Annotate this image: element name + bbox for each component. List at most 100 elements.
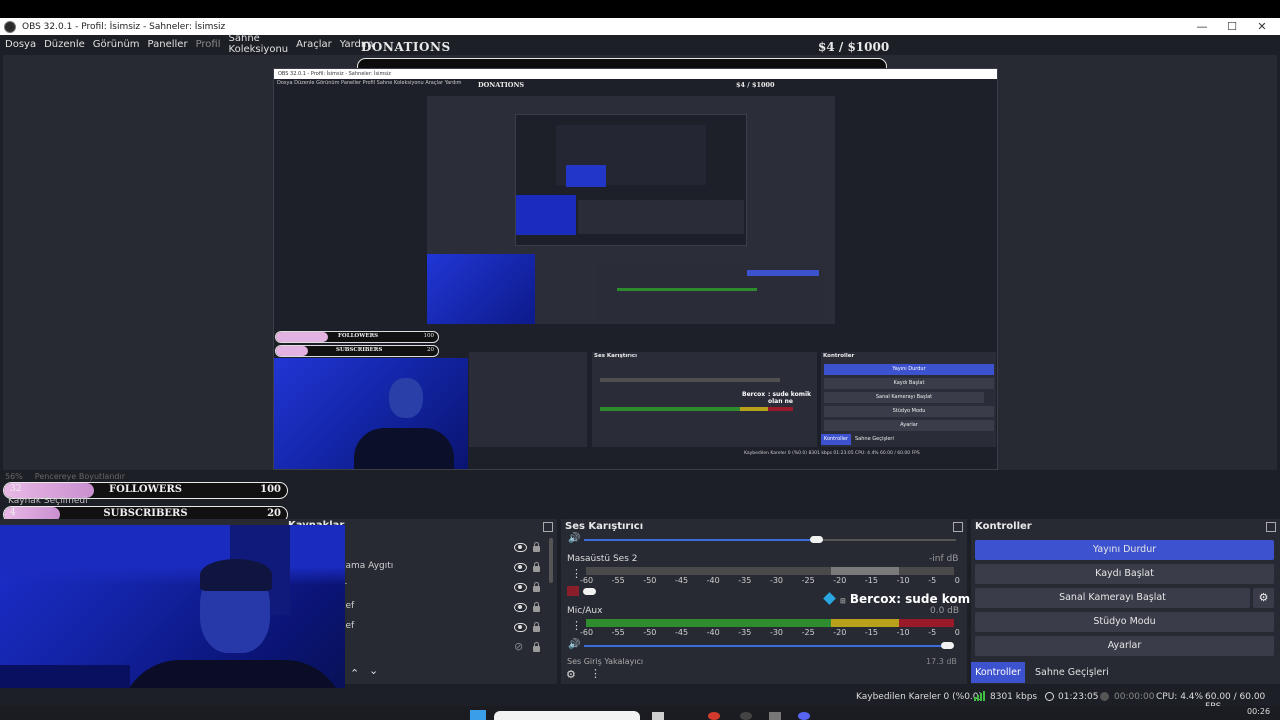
dropped-frames: Kaybedilen Kareler 0 (%0.0) <box>856 692 983 702</box>
nested-inner-window <box>515 114 747 246</box>
mixer-settings-gear-icon[interactable]: ⚙ <box>566 668 576 681</box>
visibility-eye-icon[interactable] <box>514 563 527 572</box>
close-button[interactable]: ✕ <box>1248 18 1276 35</box>
tick: -45 <box>674 628 689 637</box>
lock-icon[interactable] <box>533 542 540 552</box>
lock-icon[interactable] <box>533 642 540 652</box>
tick: -55 <box>611 628 625 637</box>
tick: -30 <box>769 576 784 585</box>
taskbar-search-box[interactable] <box>494 711 640 720</box>
source-name: lama Aygıtı <box>343 561 394 571</box>
tick: -20 <box>833 628 847 637</box>
tick: -25 <box>801 576 815 585</box>
nested-controls-dock: Kontroller Yayını Durdur Kaydı Başlat Sa… <box>821 352 996 447</box>
virtual-camera-settings-gear-icon[interactable]: ⚙ <box>1253 588 1274 608</box>
controls-undock-icon[interactable] <box>1266 522 1276 532</box>
tab-controls[interactable]: Kontroller <box>971 662 1025 683</box>
master-volume-knob[interactable] <box>810 536 823 543</box>
stop-streaming-button[interactable]: Yayını Durdur <box>975 540 1274 560</box>
master-volume-slider[interactable] <box>584 539 816 541</box>
tick: -5 <box>928 628 937 637</box>
webcam-background <box>0 525 345 585</box>
screen-top-strip <box>0 0 1280 18</box>
mic-volume-icon[interactable]: 🔊 <box>568 639 580 650</box>
sources-undock-icon[interactable] <box>543 522 553 532</box>
menu-tools[interactable]: Araçlar <box>296 39 332 50</box>
lock-icon[interactable] <box>533 582 540 592</box>
nested-followers-fill <box>276 332 328 342</box>
tick: -50 <box>643 628 657 637</box>
visibility-eye-icon[interactable] <box>514 583 527 592</box>
nested-start-recording-button: Kaydı Başlat <box>824 378 994 389</box>
record-time: 00:00:00 <box>1114 692 1155 702</box>
master-volume-icon[interactable]: 🔊 <box>568 533 580 544</box>
menu-profile[interactable]: Profil <box>196 39 221 50</box>
obs-taskbar-icon[interactable] <box>740 712 752 720</box>
menu-file[interactable]: Dosya <box>5 39 36 50</box>
lock-icon[interactable] <box>533 562 540 572</box>
start-recording-button[interactable]: Kaydı Başlat <box>975 564 1274 584</box>
tick: -60 <box>580 576 594 585</box>
move-up-icon[interactable]: ⌃ <box>350 667 359 680</box>
nested-chat-user: Bercox <box>742 391 766 398</box>
track-level-desktop: -inf dB <box>929 554 959 564</box>
nested-meter-1 <box>600 378 780 382</box>
discord-taskbar-icon[interactable] <box>798 712 810 720</box>
lock-icon[interactable] <box>533 602 540 612</box>
visibility-eye-icon[interactable] <box>514 623 527 632</box>
visibility-eye-icon[interactable] <box>514 603 527 612</box>
studio-mode-button[interactable]: Stüdyo Modu <box>975 612 1274 632</box>
mixer-undock-icon[interactable] <box>953 522 963 532</box>
nested-tab-transitions: Sahne Geçişleri <box>855 436 894 442</box>
no-source-selected: Kaynak Seçilmedi <box>8 496 88 506</box>
nested-donations-label: DONATIONS <box>478 81 525 89</box>
record-indicator-icon <box>1100 692 1109 701</box>
menu-scene-collection[interactable]: Sahne Koleksiyonu <box>229 33 289 55</box>
move-down-icon[interactable]: ⌄ <box>369 664 378 677</box>
nested-webcam-head <box>389 378 423 418</box>
taskbar-app-icon[interactable] <box>652 712 664 720</box>
nested-status-bar: Kaybedilen Kareler 0 (%0.0) 8301 kbps 01… <box>744 451 920 456</box>
nested-virtual-camera-button: Sanal Kamerayı Başlat <box>824 392 984 403</box>
sources-scrollbar[interactable] <box>549 538 553 583</box>
lock-icon[interactable] <box>533 622 540 632</box>
taskbar-app-icon[interactable] <box>769 712 781 720</box>
menu-docks[interactable]: Paneller <box>148 39 188 50</box>
start-menu-icon[interactable] <box>470 710 486 720</box>
mixer-menu-icon[interactable]: ⋮ <box>590 667 601 680</box>
obs-logo-icon <box>4 20 16 33</box>
tick: -10 <box>896 576 910 585</box>
meter-mic-red <box>899 619 954 627</box>
nested-preview: OBS 32.0.1 - Profil: İsimsiz - Sahneler:… <box>273 68 998 470</box>
track-name-mic: Mic/Aux <box>567 606 603 616</box>
nested-followers-label: FOLLOWERS <box>338 333 379 339</box>
tick: 0 <box>954 576 960 585</box>
hidden-eye-icon[interactable]: ⊘ <box>514 640 523 653</box>
tick: -30 <box>769 628 784 637</box>
track-level-mic: 0.0 dB <box>930 606 960 616</box>
visibility-eye-icon[interactable] <box>514 543 527 552</box>
chat-username: Bercox <box>849 592 897 606</box>
mic-volume-knob[interactable] <box>941 642 954 649</box>
nested-settings-button: Ayarlar <box>824 420 994 431</box>
tick: -40 <box>706 628 720 637</box>
menu-edit[interactable]: Düzenle <box>44 39 85 50</box>
track-level-input: 17.3 dB <box>926 657 957 666</box>
nested-subscribers-fill <box>276 346 308 356</box>
tick: -50 <box>643 576 657 585</box>
mic-volume-slider[interactable] <box>584 645 946 647</box>
minimize-button[interactable]: — <box>1188 18 1216 35</box>
cpu-usage: CPU: 4.4% <box>1156 692 1204 702</box>
menu-view[interactable]: Görünüm <box>93 39 140 50</box>
bitrate: 8301 kbps <box>990 692 1038 702</box>
taskbar-app-icon[interactable] <box>708 712 720 720</box>
nested-controls-title: Kontroller <box>823 353 855 359</box>
tab-scene-transitions[interactable]: Sahne Geçişleri <box>1035 667 1109 678</box>
settings-button[interactable]: Ayarlar <box>975 636 1274 656</box>
maximize-button[interactable]: ☐ <box>1218 18 1246 35</box>
tick: -45 <box>674 576 689 585</box>
start-virtual-camera-button[interactable]: Sanal Kamerayı Başlat <box>975 588 1250 608</box>
nested-mixer-title: Ses Karıştırıcı <box>594 353 637 359</box>
mute-desktop-icon[interactable] <box>567 586 579 596</box>
desktop-volume-knob[interactable] <box>583 588 596 595</box>
